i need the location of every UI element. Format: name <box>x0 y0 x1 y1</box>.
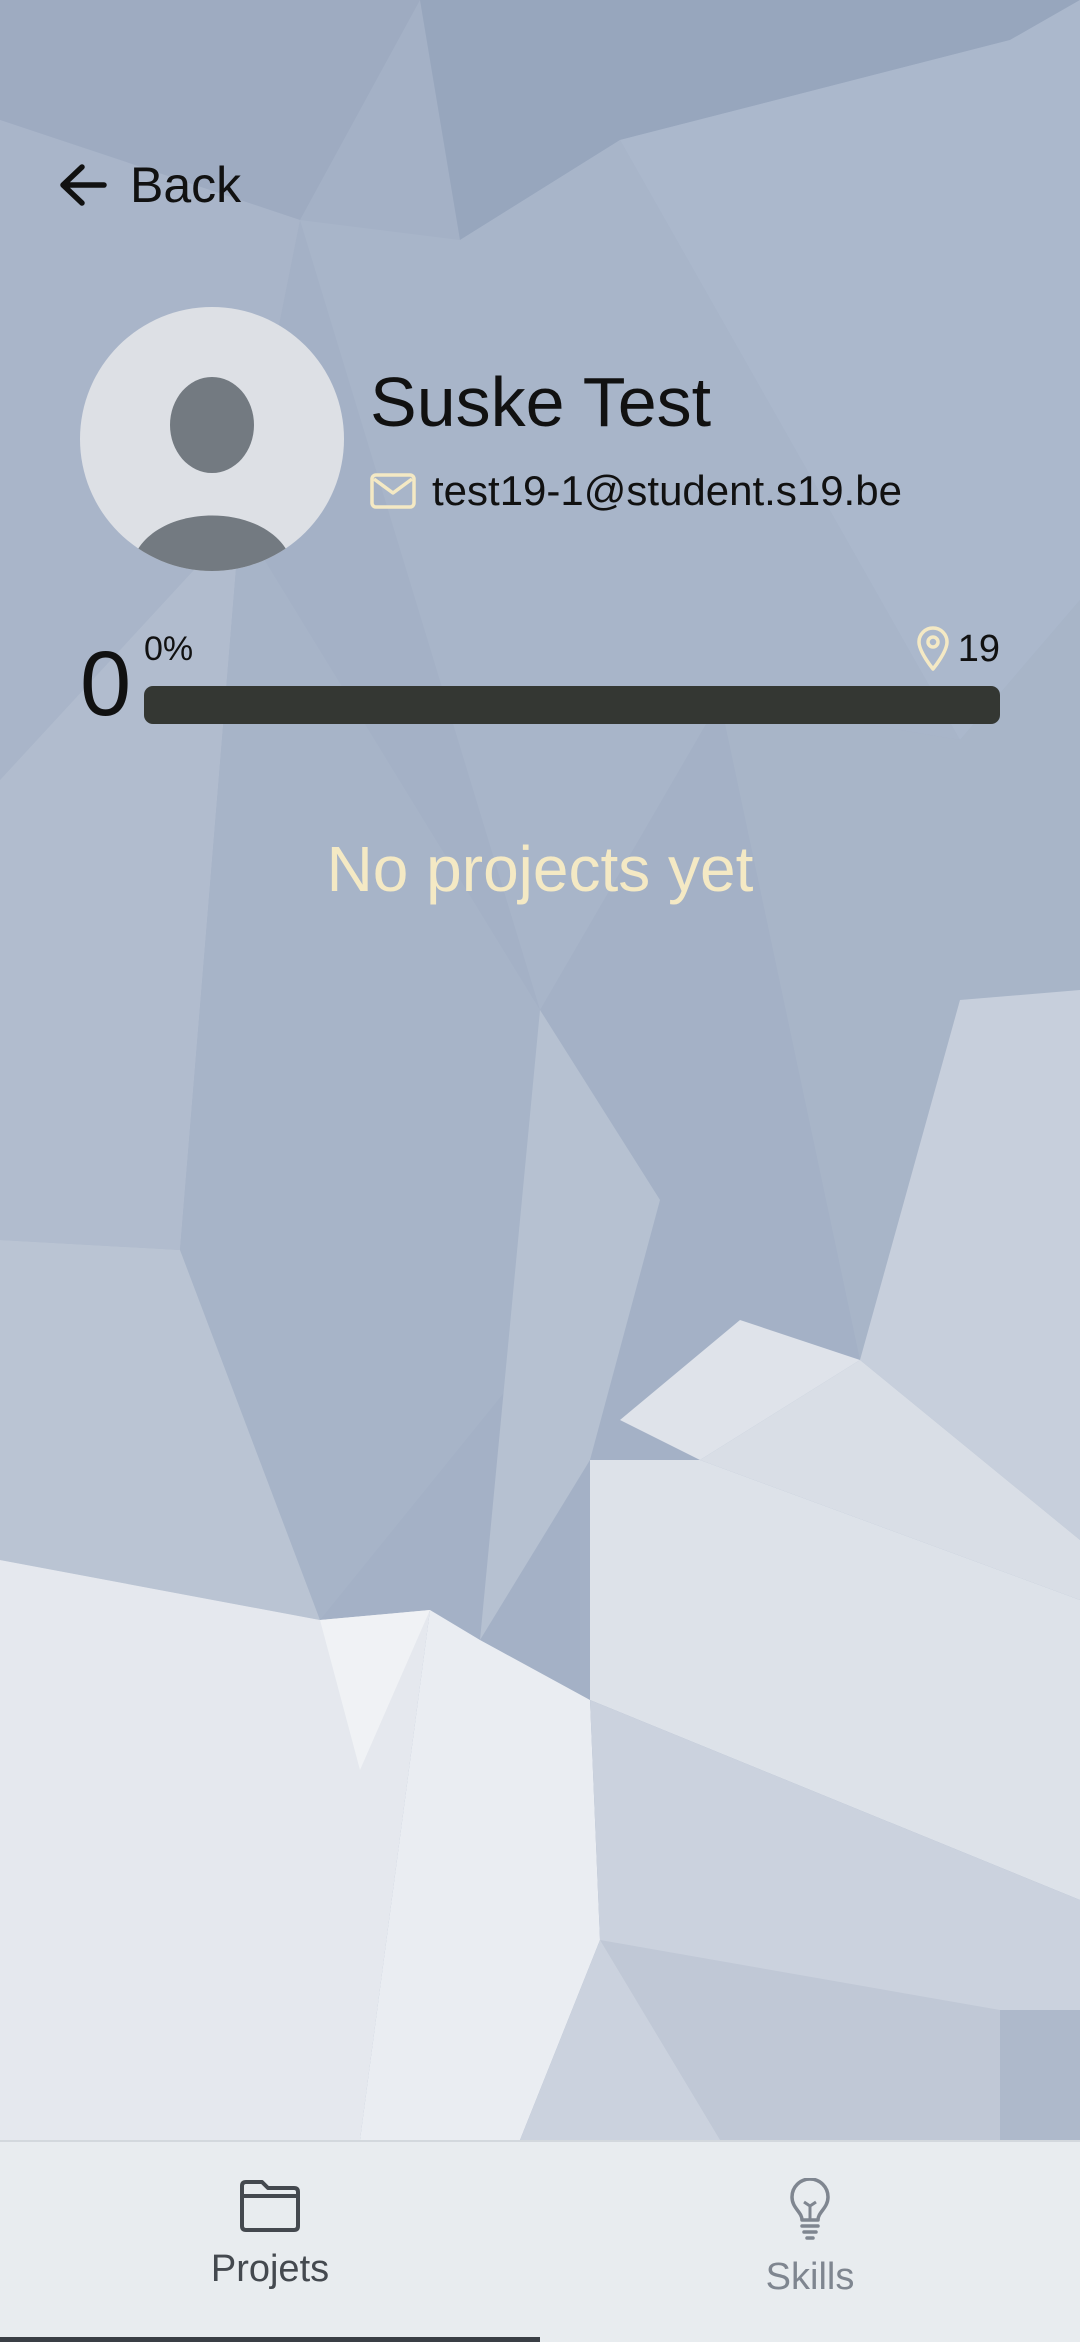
profile-email: test19-1@student.s19.be <box>432 467 902 514</box>
lightbulb-icon <box>790 2178 830 2240</box>
avatar <box>80 307 344 571</box>
email-row: test19-1@student.s19.be <box>370 466 902 516</box>
tab-projets[interactable]: Projets <box>0 2142 540 2342</box>
tab-skills-label: Skills <box>765 2256 855 2298</box>
folder-icon <box>240 2180 300 2232</box>
back-button[interactable]: Back <box>58 150 241 220</box>
bottom-tab-bar: Projets Skills <box>0 2140 1080 2342</box>
tab-projets-label: Projets <box>210 2248 330 2290</box>
envelope-icon <box>370 473 416 509</box>
level-percent: 0% <box>144 630 194 668</box>
level-progress-bar <box>144 686 1000 724</box>
empty-projects-message: No projects yet <box>326 833 754 905</box>
arrow-left-icon <box>60 164 107 206</box>
campus-number: 19 <box>957 627 1000 670</box>
level-number: 0 <box>80 633 132 735</box>
profile-name: Suske Test <box>370 363 712 441</box>
back-label: Back <box>130 157 242 213</box>
tab-skills[interactable]: Skills <box>540 2142 1080 2342</box>
map-pin-icon <box>916 626 949 671</box>
user-placeholder-icon <box>130 377 294 571</box>
campus-badge: 19 <box>916 624 1000 674</box>
